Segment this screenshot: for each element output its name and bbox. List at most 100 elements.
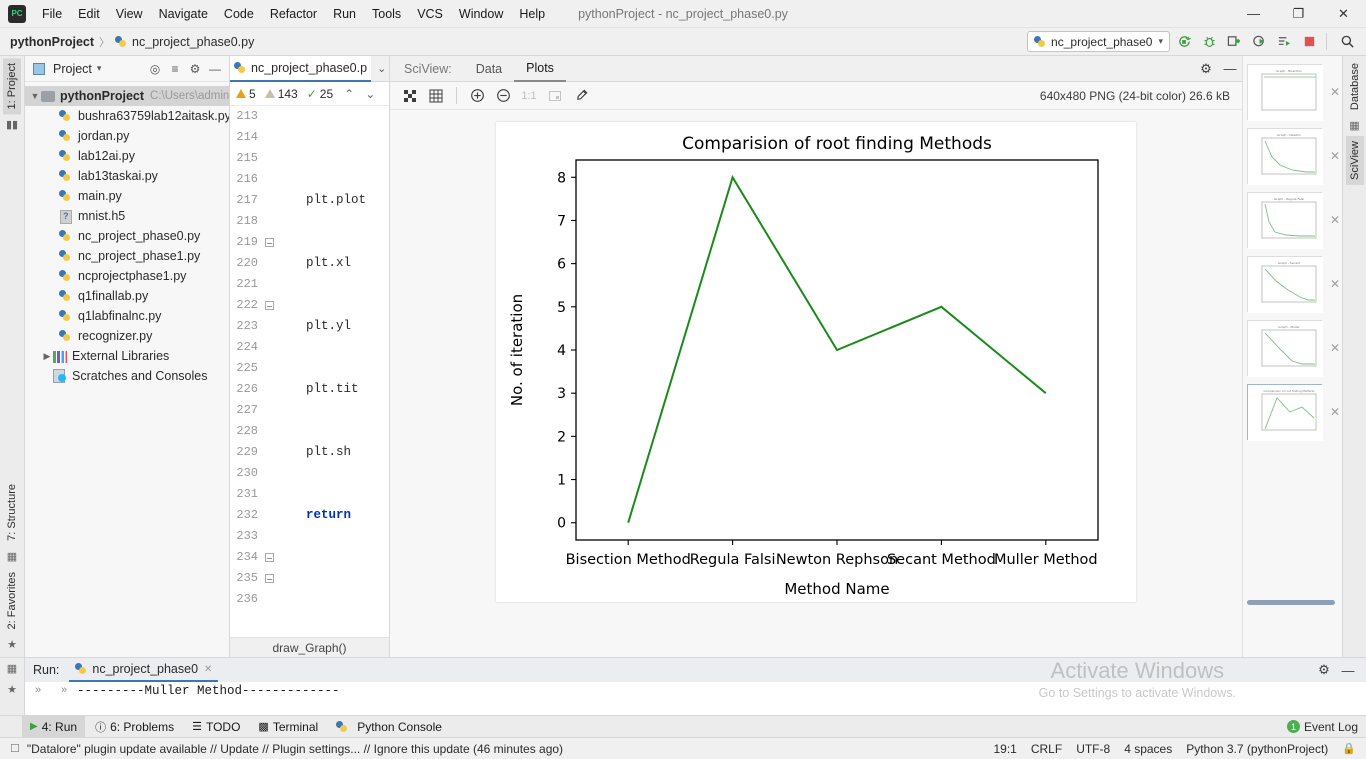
- plot-image[interactable]: Comparision of root finding Methods No. …: [496, 122, 1136, 602]
- tree-item-file[interactable]: nc_project_phase1.py: [25, 246, 229, 266]
- thumbnail-preview[interactable]: Graph - Muller: [1247, 320, 1323, 377]
- menu-navigate[interactable]: Navigate: [151, 3, 216, 25]
- close-icon[interactable]: ✕: [1330, 405, 1340, 419]
- tree-item-scratches[interactable]: Scratches and Consoles: [25, 366, 229, 386]
- thumbnail-preview[interactable]: Graph - Newton: [1247, 128, 1323, 185]
- event-log-area[interactable]: 1 Event Log: [1286, 720, 1366, 734]
- menu-help[interactable]: Help: [511, 3, 553, 25]
- window-controls[interactable]: — ❐ ✕: [1231, 0, 1366, 28]
- sidebar-item-favorites[interactable]: 2: Favorites: [3, 567, 21, 634]
- thumbnail-item-selected[interactable]: Comparision of root finding Methods ✕: [1243, 384, 1342, 441]
- gear-icon[interactable]: ⚙: [1194, 58, 1218, 80]
- code-folding-gutter[interactable]: ⚊ ⚊ ⚊ ⚊: [262, 106, 276, 637]
- lock-icon[interactable]: 🔒: [1342, 742, 1356, 755]
- fit-selection-icon[interactable]: [543, 85, 567, 107]
- run-configuration-selector[interactable]: nc_project_phase0 ▾: [1027, 31, 1170, 52]
- chevron-right-icon[interactable]: ▶: [41, 351, 53, 362]
- chevron-down-icon[interactable]: ⌄: [377, 62, 386, 75]
- thumbnail-scrollbar[interactable]: [1247, 600, 1335, 605]
- maximize-button[interactable]: ❐: [1276, 0, 1321, 28]
- editor-breadcrumb[interactable]: draw_Graph(): [230, 637, 389, 657]
- tool-window-todo[interactable]: ☰ TODO: [184, 716, 248, 738]
- tab-plots[interactable]: Plots: [514, 56, 566, 82]
- close-icon[interactable]: ✕: [204, 664, 212, 675]
- thumbnail-item[interactable]: Graph - Secant ✕: [1243, 256, 1342, 313]
- color-picker-icon[interactable]: [569, 85, 593, 107]
- menu-tools[interactable]: Tools: [364, 3, 409, 25]
- menu-code[interactable]: Code: [216, 3, 262, 25]
- event-log-label[interactable]: Event Log: [1304, 720, 1358, 734]
- menu-file[interactable]: File: [34, 3, 70, 25]
- close-icon[interactable]: ✕: [1330, 85, 1340, 99]
- chevron-down-icon[interactable]: ▾: [97, 63, 102, 74]
- gear-icon[interactable]: ⚙: [185, 59, 205, 79]
- tool-window-problems[interactable]: ⓘ 6: Problems: [87, 716, 182, 738]
- tree-item-file[interactable]: main.py: [25, 186, 229, 206]
- tree-item-file[interactable]: lab13taskai.py: [25, 166, 229, 186]
- stop-button[interactable]: [1298, 31, 1320, 53]
- hide-panel-icon[interactable]: —: [205, 59, 225, 79]
- scroll-marker-icon[interactable]: »: [61, 684, 67, 696]
- debug-button[interactable]: [1198, 31, 1220, 53]
- fold-marker[interactable]: ⚊: [265, 553, 274, 562]
- thumbnail-preview[interactable]: Graph - Regula Falsi: [1247, 192, 1323, 249]
- project-tree[interactable]: ▼ pythonProject C:\Users\admin bushra637…: [25, 82, 229, 657]
- close-button[interactable]: ✕: [1321, 0, 1366, 28]
- close-icon[interactable]: ✕: [1330, 341, 1340, 355]
- sidebar-item-sciview[interactable]: SciView: [1345, 136, 1364, 186]
- sidebar-item-database[interactable]: Database: [1346, 58, 1364, 115]
- thumbnail-preview[interactable]: Comparision of root finding Methods: [1247, 384, 1323, 441]
- hide-panel-icon[interactable]: —: [1218, 58, 1242, 80]
- indent-setting[interactable]: 4 spaces: [1124, 742, 1172, 756]
- menu-view[interactable]: View: [108, 3, 151, 25]
- thumbnail-preview[interactable]: Graph - Bisection: [1247, 64, 1323, 121]
- thumbnail-item[interactable]: Graph - Bisection ✕: [1243, 64, 1342, 121]
- close-icon[interactable]: ✕: [1330, 213, 1340, 227]
- scroll-marker-icon[interactable]: »: [35, 684, 41, 696]
- plot-viewport[interactable]: Comparision of root finding Methods No. …: [390, 110, 1242, 657]
- tree-item-file[interactable]: ncprojectphase1.py: [25, 266, 229, 286]
- sidebar-item-structure[interactable]: 7: Structure: [3, 479, 21, 546]
- fit-content-icon[interactable]: [398, 85, 422, 107]
- fold-marker[interactable]: ⚊: [265, 574, 274, 583]
- menu-bar[interactable]: File Edit View Navigate Code Refactor Ru…: [34, 3, 553, 25]
- run-button[interactable]: [1173, 31, 1195, 53]
- zoom-in-icon[interactable]: [465, 85, 489, 107]
- menu-vcs[interactable]: VCS: [409, 3, 451, 25]
- tool-window-python-console[interactable]: Python Console: [328, 716, 450, 738]
- sciview-toolbar[interactable]: 1:1 640x480 PNG (24-bit color) 26.6 kB: [390, 82, 1242, 110]
- code-text[interactable]: plt.plot plt.xl plt.yl plt.tit plt.sh re…: [276, 106, 389, 637]
- menu-window[interactable]: Window: [451, 3, 511, 25]
- menu-run[interactable]: Run: [325, 3, 364, 25]
- tree-item-external-libraries[interactable]: ▶ External Libraries: [25, 346, 229, 366]
- zoom-out-icon[interactable]: [491, 85, 515, 107]
- grid-icon[interactable]: [424, 85, 448, 107]
- tool-window-run[interactable]: ▶ 4: Run: [22, 715, 86, 738]
- previous-problem-icon[interactable]: ⌃: [344, 87, 354, 101]
- breadcrumb-file[interactable]: nc_project_phase0.py: [132, 35, 254, 49]
- code-editor[interactable]: 213 214 215 216 217 218 219 220 221 222 …: [230, 106, 389, 637]
- hide-panel-icon[interactable]: —: [1336, 659, 1360, 681]
- editor-tab-nc-project-phase0[interactable]: nc_project_phase0.p: [230, 55, 372, 82]
- tree-item-file[interactable]: nc_project_phase0.py: [25, 226, 229, 246]
- thumbnail-item[interactable]: Graph - Newton ✕: [1243, 128, 1342, 185]
- caret-position[interactable]: 19:1: [993, 742, 1016, 756]
- thumbnail-preview[interactable]: Graph - Secant: [1247, 256, 1323, 313]
- close-icon[interactable]: ✕: [1330, 149, 1340, 163]
- tool-window-terminal[interactable]: ▩ Terminal: [250, 716, 326, 738]
- fold-marker[interactable]: ⚊: [265, 301, 274, 310]
- breadcrumb-project[interactable]: pythonProject: [10, 35, 94, 49]
- tree-item-file[interactable]: recognizer.py: [25, 326, 229, 346]
- attach-button[interactable]: [1273, 31, 1295, 53]
- thumbnail-item[interactable]: Graph - Muller ✕: [1243, 320, 1342, 377]
- run-with-coverage-button[interactable]: [1223, 31, 1245, 53]
- fold-marker[interactable]: ⚊: [265, 238, 274, 247]
- menu-edit[interactable]: Edit: [70, 3, 108, 25]
- python-interpreter[interactable]: Python 3.7 (pythonProject): [1186, 742, 1328, 756]
- tree-item-file[interactable]: q1finallab.py: [25, 286, 229, 306]
- locate-file-icon[interactable]: ◎: [145, 59, 165, 79]
- line-separator[interactable]: CRLF: [1031, 742, 1062, 756]
- chevron-down-icon[interactable]: ▼: [29, 91, 41, 101]
- tree-item-file[interactable]: mnist.h5: [25, 206, 229, 226]
- file-encoding[interactable]: UTF-8: [1076, 742, 1110, 756]
